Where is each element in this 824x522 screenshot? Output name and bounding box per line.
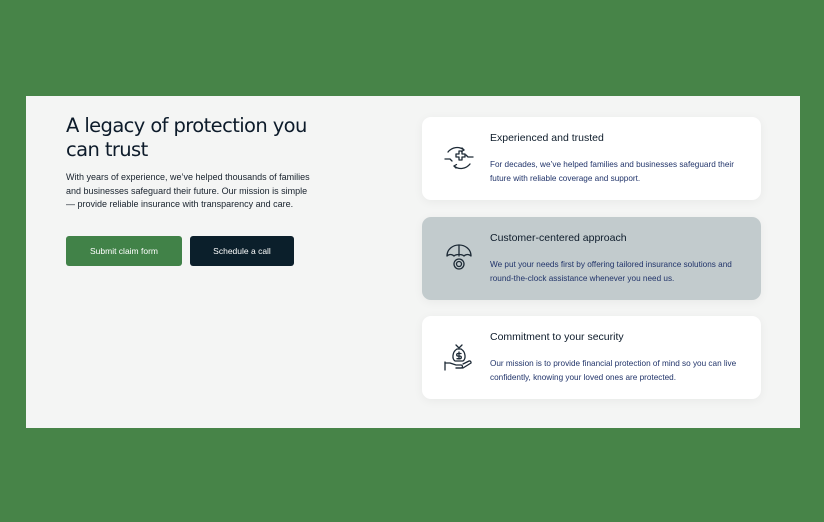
content-panel: A legacy of protection you can trust Wit…	[26, 96, 800, 428]
card-text: We put your needs first by offering tail…	[490, 260, 732, 283]
card-title: Commitment to your security	[490, 331, 624, 343]
feature-card-experienced: Experienced and trusted For decades, we’…	[422, 117, 761, 200]
submit-claim-button[interactable]: Submit claim form	[66, 236, 182, 266]
card-text: Our mission is to provide financial prot…	[490, 359, 737, 382]
hand-money-bag-icon	[442, 340, 476, 374]
card-title: Customer-centered approach	[490, 232, 627, 244]
hands-medical-cross-icon	[442, 141, 476, 175]
hero-description: With years of experience, we’ve helped t…	[66, 172, 310, 209]
schedule-call-button[interactable]: Schedule a call	[190, 236, 294, 266]
umbrella-coin-icon	[442, 241, 476, 275]
card-title: Experienced and trusted	[490, 132, 604, 144]
feature-card-customer: Customer-centered approach We put your n…	[422, 217, 761, 300]
hero-section: A legacy of protection you can trust Wit…	[66, 114, 316, 212]
feature-card-security: Commitment to your security Our mission …	[422, 316, 761, 399]
card-text: For decades, we’ve helped families and b…	[490, 160, 734, 183]
hero-title: A legacy of protection you can trust	[66, 114, 307, 161]
